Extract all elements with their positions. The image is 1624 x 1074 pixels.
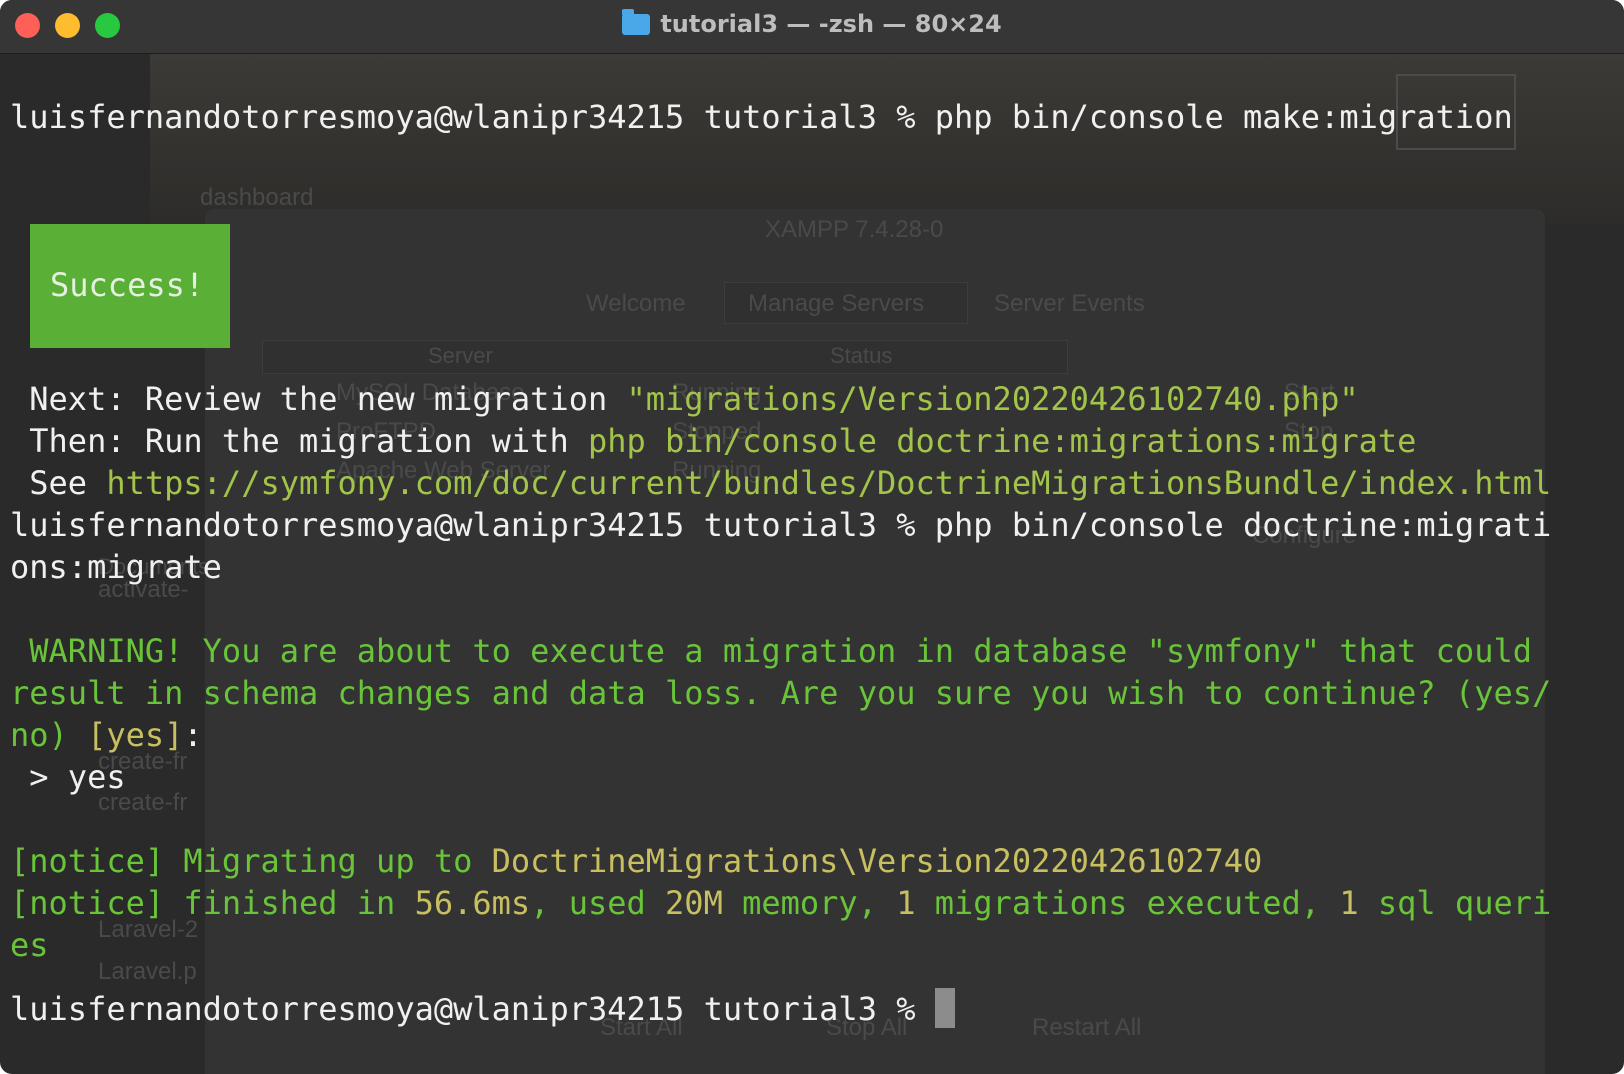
notice-tag: [notice] (10, 884, 165, 922)
success-badge: Success! (30, 224, 230, 348)
prompt: luisfernandotorresmoya@wlanipr34215 tuto… (10, 98, 935, 136)
default-answer: [yes] (87, 716, 184, 754)
prompt: luisfernandotorresmoya@wlanipr34215 tuto… (10, 990, 935, 1028)
memory-value: 20M (665, 884, 723, 922)
notice-line-1: [notice] Migrating up to DoctrineMigrati… (10, 840, 1262, 882)
migration-version: DoctrineMigrations\Version20220426102740 (491, 842, 1263, 880)
answer-line: > yes (10, 758, 126, 796)
notice-text: , used (530, 884, 666, 922)
notice-text: Migrating up to (164, 842, 492, 880)
warning-line-2: result in schema changes and data loss. … (10, 674, 1552, 712)
warning-text: You are about to execute a migration in … (183, 632, 1532, 670)
warning-line-3: no) [yes]: (10, 714, 203, 756)
notice-tag: [notice] (10, 842, 165, 880)
prompt-line[interactable]: luisfernandotorresmoya@wlanipr34215 tuto… (10, 988, 955, 1030)
notice-text: memory, (722, 884, 897, 922)
warning-line-1: WARNING! You are about to execute a migr… (10, 630, 1532, 672)
then-label: Then: Run the migration with (10, 422, 588, 460)
title-bar[interactable]: tutorial3 — -zsh — 80×24 (0, 0, 1624, 54)
notice-text: sql queri (1358, 884, 1552, 922)
duration-value: 56.6ms (414, 884, 531, 922)
notice-text: migrations executed, (915, 884, 1340, 922)
next-label: Next: Review the new migration (10, 380, 627, 418)
prompt: luisfernandotorresmoya@wlanipr34215 tuto… (10, 506, 935, 544)
migration-file: "migrations/Version20220426102740.php" (626, 380, 1359, 418)
migrate-command: php bin/console doctrine:migrations:migr… (587, 422, 1417, 460)
notice-line-2: [notice] finished in 56.6ms, used 20M me… (10, 882, 1551, 924)
docs-link[interactable]: https://symfony.com/doc/current/bundles/… (106, 464, 1551, 502)
folder-icon (622, 9, 651, 35)
success-text: Success! (50, 266, 205, 304)
sql-count: 1 (1339, 884, 1359, 922)
warning-colon: : (183, 716, 203, 754)
command: php bin/console doctrine:migrati (934, 506, 1552, 544)
see-label: See (10, 464, 107, 502)
text-cursor (934, 988, 955, 1028)
terminal-content[interactable]: luisfernandotorresmoya@wlanipr34215 tuto… (0, 54, 1624, 1074)
next-line: Next: Review the new migration "migratio… (10, 378, 1359, 420)
command-line-2: luisfernandotorresmoya@wlanipr34215 tuto… (10, 504, 1551, 546)
notice-text: finished in (164, 884, 415, 922)
command: php bin/console make:migration (934, 98, 1513, 136)
command-line-2-wrap: ons:migrate (10, 548, 222, 586)
window-title: tutorial3 — -zsh — 80×24 (0, 9, 1624, 38)
warning-text: no) (10, 716, 88, 754)
see-line: See https://symfony.com/doc/current/bund… (10, 462, 1551, 504)
then-line: Then: Run the migration with php bin/con… (10, 420, 1416, 462)
command-line-1: luisfernandotorresmoya@wlanipr34215 tuto… (10, 96, 1513, 138)
window-title-text: tutorial3 — -zsh — 80×24 (660, 10, 1002, 38)
notice-line-2-wrap: es (10, 926, 49, 964)
terminal-window: tutorial3 — -zsh — 80×24 dashboard XAMPP… (0, 0, 1624, 1074)
warning-label: WARNING! (10, 632, 184, 670)
migrations-count: 1 (896, 884, 916, 922)
